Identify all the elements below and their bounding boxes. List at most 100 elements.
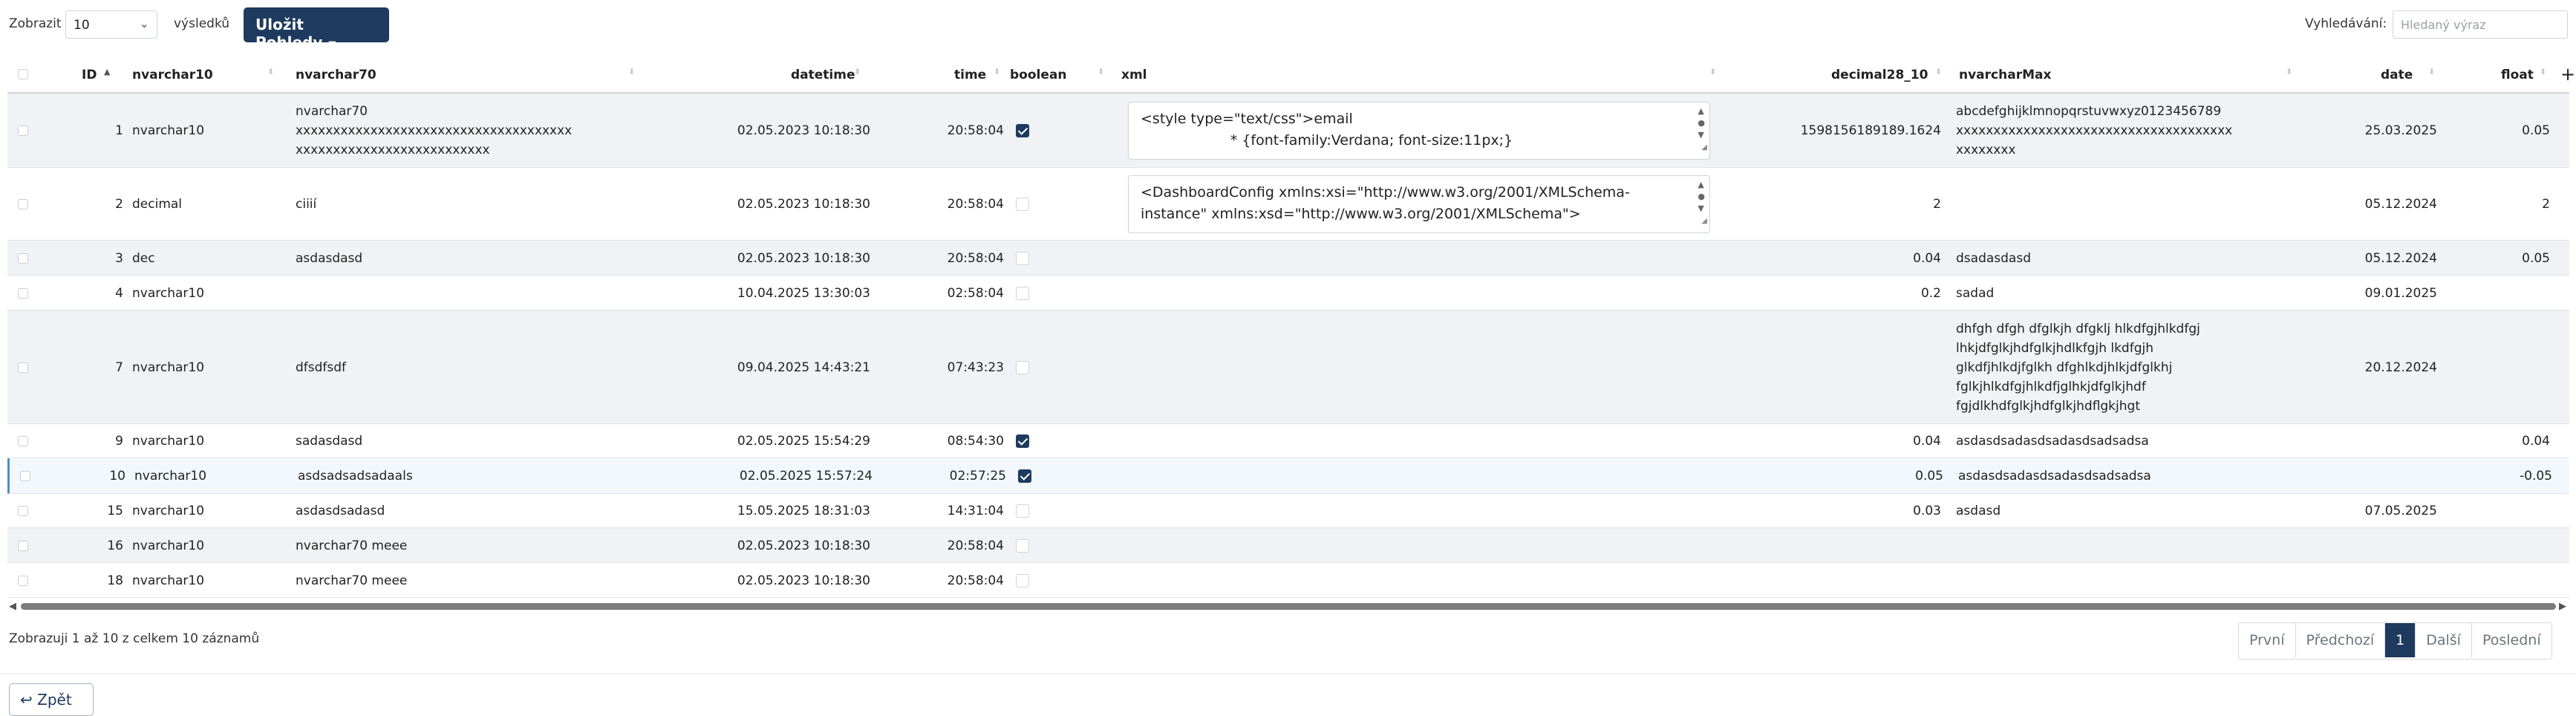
add-column-icon[interactable]: + [2560, 64, 2575, 85]
save-views-label: Uložit Pohledy [255, 16, 323, 51]
page-1-button[interactable]: 1 [2385, 623, 2416, 657]
table-row[interactable]: 18 nvarchar10 nvarchar70 meee 02.05.2023 10… [7, 563, 2569, 598]
cell-date: 05.12.2024 [2364, 250, 2437, 266]
sort-icon[interactable]: ⬍ [994, 68, 1000, 76]
column-header-float[interactable]: float [2501, 68, 2534, 82]
sort-icon[interactable]: ⬍ [854, 68, 861, 76]
cell-nvarcharmax: asdasd [1956, 504, 2001, 518]
scroll-left-icon[interactable]: ◀ [9, 601, 16, 612]
page-previous-button[interactable]: Předchozí [2296, 623, 2386, 657]
row-checkbox[interactable] [18, 287, 28, 299]
xml-textarea[interactable]: <style type="text/css">email * {font-fam… [1128, 102, 1710, 160]
cell-float: 0.05 [2522, 123, 2550, 138]
cell-datetime: 10.04.2025 13:30:03 [737, 285, 870, 301]
column-header-boolean[interactable]: boolean [1010, 68, 1066, 82]
cell-nvarchar10: nvarchar10 [132, 434, 205, 449]
sort-icon[interactable]: ⬍ [628, 68, 635, 76]
boolean-checkbox[interactable] [1016, 251, 1029, 265]
sort-icon[interactable]: ⬍ [1709, 68, 1716, 76]
column-header-time[interactable]: time [954, 68, 986, 82]
row-checkbox[interactable] [18, 199, 28, 209]
resize-grip-icon[interactable]: ◢ [1701, 137, 1707, 158]
column-header-datetime[interactable]: datetime [791, 68, 855, 82]
boolean-checkbox[interactable] [1016, 435, 1029, 448]
sort-icon[interactable]: ⬍ [2286, 68, 2292, 76]
table-row[interactable]: 16 nvarchar10 nvarchar70 meee 02.05.2023 10… [7, 528, 2569, 563]
scroll-right-icon[interactable]: ▶ [2559, 601, 2566, 612]
boolean-checkbox[interactable] [1016, 124, 1029, 137]
table-row[interactable]: 10 nvarchar10 asdsadsadsadaals 02.05.2025 1… [7, 458, 2569, 494]
boolean-checkbox[interactable] [1018, 469, 1031, 483]
cell-nvarcharmax: dsadasdasd [1956, 250, 2031, 266]
boolean-checkbox[interactable] [1016, 573, 1029, 588]
column-header-decimal28-10[interactable]: decimal28_10 [1831, 68, 1928, 82]
row-checkbox[interactable] [18, 575, 28, 586]
horizontal-scrollbar[interactable]: ◀ ▶ [7, 601, 2569, 612]
sort-icon[interactable]: ⬍ [267, 68, 274, 76]
sort-icon[interactable]: ⬍ [1935, 68, 1942, 76]
cell-time: 02:57:25 [949, 469, 1006, 484]
textarea-scrollbar[interactable]: ▲ ● ▼ [1698, 105, 1705, 141]
page-first-button[interactable]: První [2239, 623, 2296, 657]
cell-id: 10 [109, 469, 125, 484]
column-header-date[interactable]: date [2381, 68, 2413, 82]
boolean-checkbox[interactable] [1016, 360, 1029, 374]
boolean-checkbox[interactable] [1016, 286, 1029, 300]
cell-time: 20:58:04 [947, 123, 1004, 138]
row-checkbox[interactable] [20, 471, 30, 481]
cell-float: 0.04 [2522, 434, 2550, 449]
boolean-checkbox[interactable] [1016, 198, 1029, 211]
sort-icon[interactable]: ⬍ [2540, 68, 2546, 76]
column-header-nvarcharmax[interactable]: nvarcharMax [1959, 68, 2051, 82]
xml-textarea[interactable]: <DashboardConfig xmlns:xsi="http://www.w… [1128, 175, 1710, 233]
table-row[interactable]: 4 nvarchar10 10.04.2025 13:30:03 02:58:04 0.… [7, 276, 2569, 310]
cell-decimal: 1598156189189.1624 [1800, 123, 1941, 138]
page-next-button[interactable]: Další [2416, 623, 2472, 657]
resize-grip-icon[interactable]: ◢ [1701, 210, 1707, 232]
boolean-checkbox[interactable] [1016, 504, 1029, 518]
cell-datetime: 02.05.2025 15:54:29 [737, 434, 870, 449]
row-checkbox[interactable] [18, 253, 28, 264]
sort-icon[interactable]: ⬍ [1098, 68, 1104, 76]
textarea-scrollbar[interactable]: ▲ ● ▼ [1698, 179, 1705, 215]
table-row[interactable]: 3 dec asdasdasd 02.05.2023 10:18:30 20:58:04… [7, 241, 2569, 276]
table-row[interactable]: 9 nvarchar10 sadasdasd 02.05.2025 15:54:29 0… [7, 424, 2569, 458]
column-header-id[interactable]: ID [82, 68, 97, 82]
pagination: První Předchozí 1 Další Poslední [2238, 622, 2552, 660]
cell-time: 14:31:04 [947, 504, 1004, 518]
cell-nvarcharmax: glkdfjhlkdjfglkh dfghlkdjhlkjdfglkhj [1956, 359, 2173, 375]
cell-nvarchar70: nvarchar70 meee [296, 538, 408, 553]
boolean-checkbox[interactable] [1016, 538, 1029, 553]
sort-asc-icon[interactable]: ▲ [104, 68, 110, 76]
cell-nvarchar10: nvarchar10 [132, 359, 205, 375]
search-label: Vyhledávání: [2305, 16, 2387, 31]
column-header-xml[interactable]: xml [1121, 68, 1147, 82]
row-checkbox[interactable] [18, 126, 28, 136]
column-header-nvarchar10[interactable]: nvarchar10 [132, 68, 213, 82]
cell-date: 25.03.2025 [2364, 123, 2437, 138]
sort-icon[interactable]: ⬍ [2428, 68, 2435, 76]
column-header-nvarchar70[interactable]: nvarchar70 [296, 68, 376, 82]
row-checkbox[interactable] [18, 362, 28, 373]
page-size-select[interactable]: 10 ⌄ [65, 10, 157, 39]
table-row[interactable]: 1 nvarchar10 nvarchar70 xxxxxxxxxxxxxxxxxxx… [7, 94, 2569, 168]
cell-nvarcharmax: xxxxxxxx [1956, 143, 2016, 157]
back-label: Zpět [37, 691, 72, 709]
select-all-checkbox[interactable] [18, 69, 28, 79]
page-last-button[interactable]: Poslední [2472, 623, 2551, 657]
save-views-button[interactable]: Uložit Pohledy ▼ [244, 7, 389, 51]
row-checkbox[interactable] [18, 540, 28, 551]
search-input[interactable]: Hledaný výraz [2393, 10, 2568, 39]
xml-value: <DashboardConfig xmlns:xsi="http://www.w… [1141, 184, 1630, 222]
table-row[interactable]: 7 nvarchar10 dfsdfsdf 09.04.2025 14:43:21 07… [7, 310, 2569, 424]
cell-nvarchar70: nvarchar70 meee [296, 573, 408, 588]
cell-nvarcharmax: fglkjhlkdfgjhlkdfjglhkjdfglkjhdf [1956, 379, 2146, 394]
back-button[interactable]: ↩ Zpět [9, 683, 94, 716]
cell-nvarchar10: nvarchar10 [132, 573, 205, 588]
scrollbar-thumb[interactable] [21, 603, 2556, 610]
cell-float: 0.05 [2522, 250, 2550, 266]
table-row[interactable]: 2 decimal ciiií 02.05.2023 10:18:30 20:58:04… [7, 168, 2569, 241]
row-checkbox[interactable] [18, 436, 28, 446]
table-row[interactable]: 15 nvarchar10 asdasdsadasd 15.05.2025 18:31… [7, 494, 2569, 528]
row-checkbox[interactable] [18, 506, 28, 516]
